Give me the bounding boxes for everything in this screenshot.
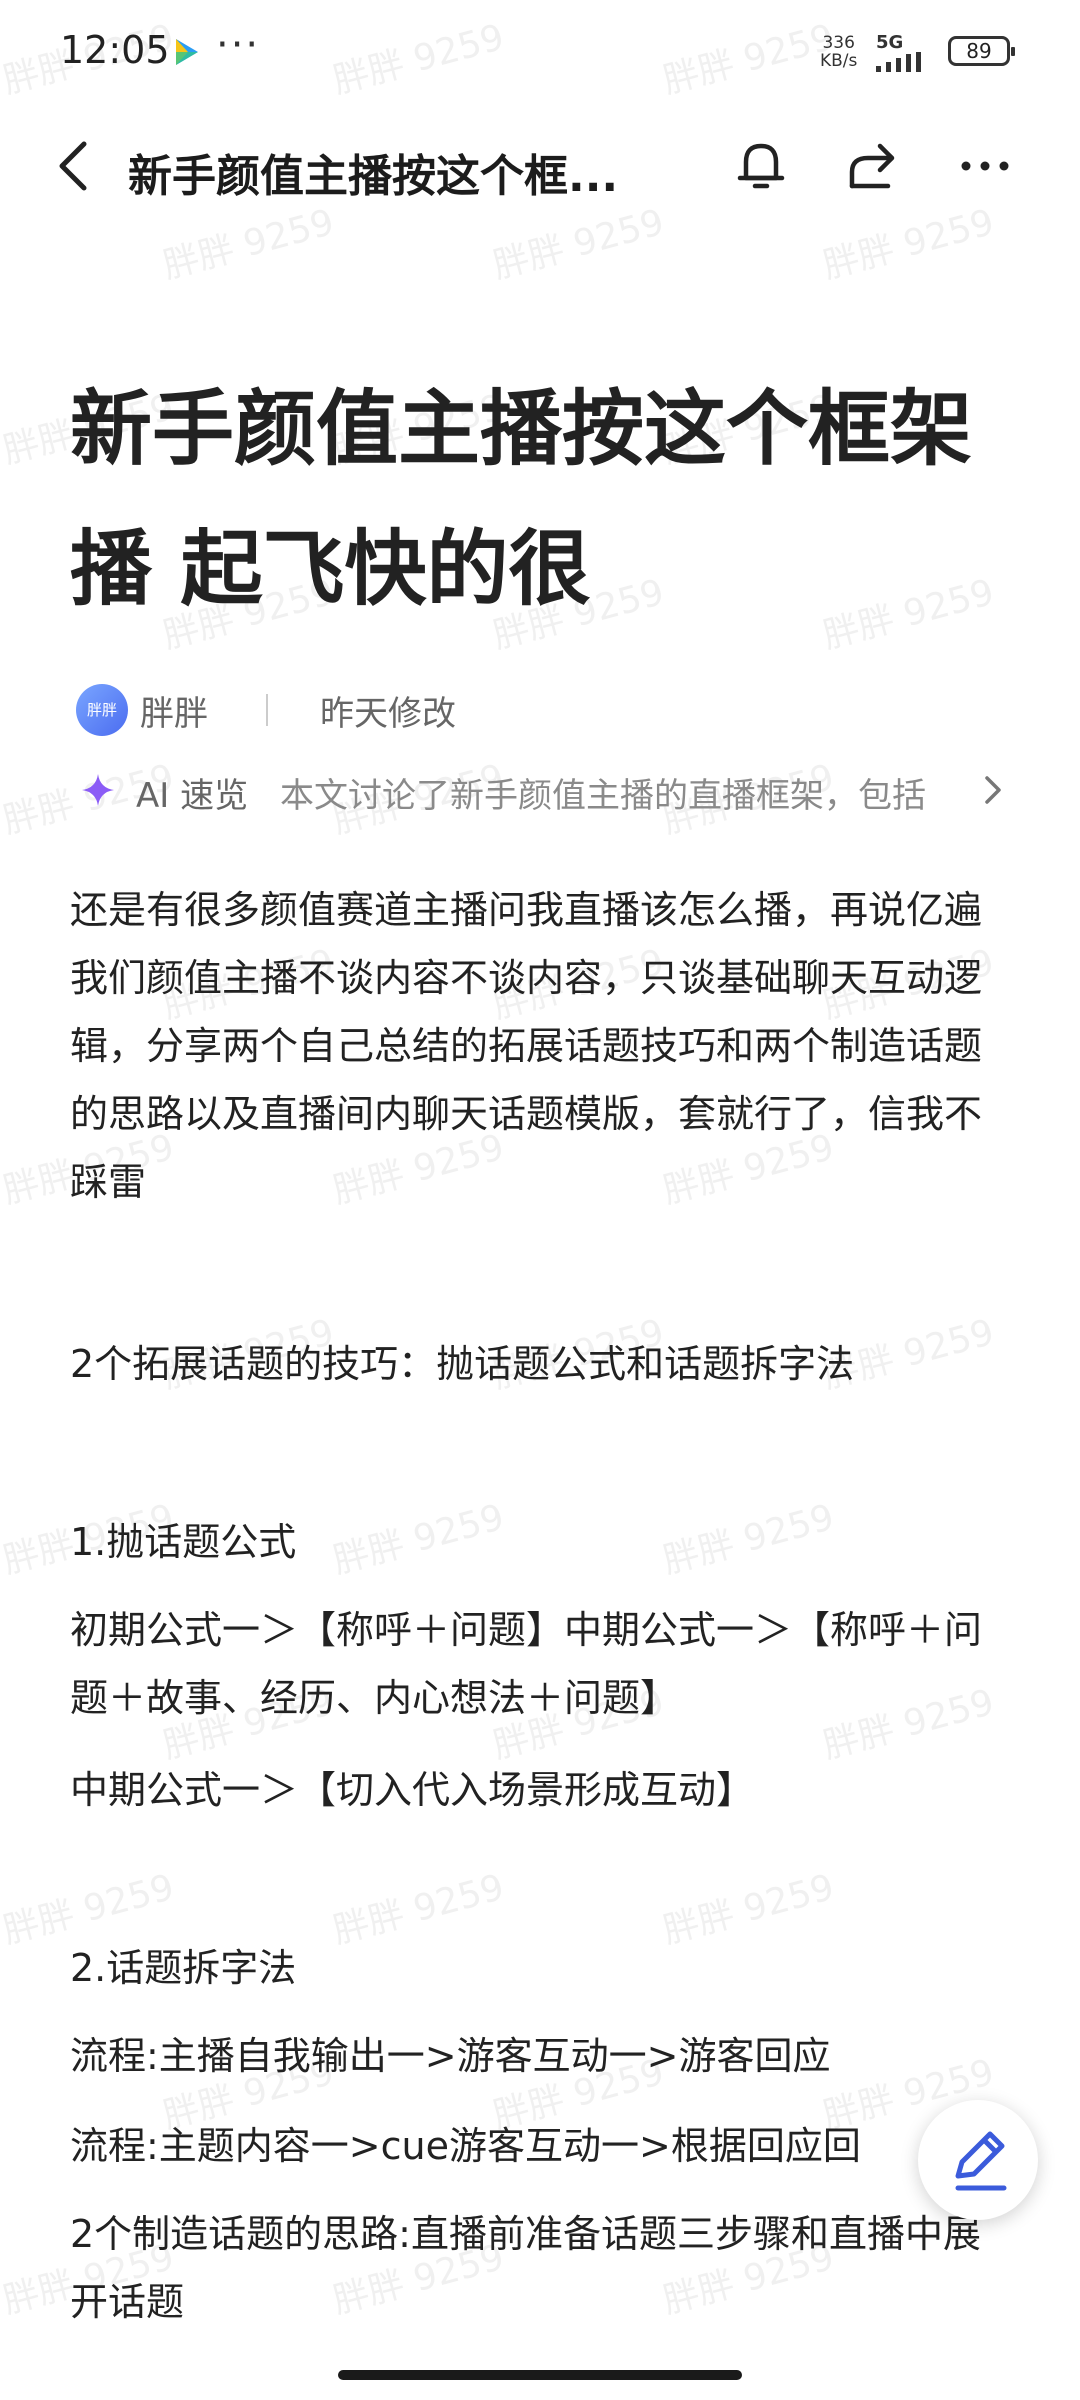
paragraph-formula-2: 中期公式一＞【切入代入场景形成互动】 bbox=[70, 1768, 755, 1812]
status-time: 12:05 bbox=[60, 28, 170, 72]
pencil-icon bbox=[955, 2131, 1007, 2191]
paragraph-heading: 2个拓展话题的技巧：抛话题公式和话题拆字法 bbox=[70, 1342, 855, 1386]
status-more-icon: ··· bbox=[216, 22, 261, 68]
network-type: 5G bbox=[876, 32, 904, 53]
bell-icon[interactable] bbox=[726, 130, 796, 200]
battery-level: 89 bbox=[966, 39, 992, 63]
author-name[interactable]: 胖胖 bbox=[140, 686, 208, 735]
ai-summary-text: 本文讨论了新手颜值主播的直播框架，包括 bbox=[280, 776, 926, 816]
ai-label: AI 速览 bbox=[136, 776, 249, 816]
app-play-icon bbox=[176, 39, 198, 65]
ai-summary-row[interactable]: AI 速览 本文讨论了新手颜值主播的直播框架，包括 bbox=[70, 760, 1010, 820]
paragraph-flow-1: 流程:主播自我输出一>游客互动一>游客回应 bbox=[70, 2034, 831, 2078]
article-title: 新手颜值主播按这个框架播 起飞快的很 bbox=[70, 382, 973, 617]
network-speed-value: 336 bbox=[822, 33, 855, 53]
divider bbox=[266, 694, 268, 726]
signal-icon bbox=[876, 52, 921, 72]
home-indicator[interactable] bbox=[338, 2370, 742, 2380]
section-heading-2: 2.话题拆字法 bbox=[70, 1946, 297, 1990]
paragraph-ideas: 2个制造话题的思路:直播前准备话题三步骤和直播中展开话题 bbox=[70, 2212, 981, 2324]
network-speed: 336 KB/s bbox=[820, 34, 857, 70]
status-bar: 12:05 ··· 336 KB/s 5G 89 bbox=[0, 0, 1080, 110]
edit-button[interactable] bbox=[918, 2100, 1038, 2220]
top-bar: 新手颜值主播按这个框... bbox=[0, 110, 1080, 250]
more-icon[interactable] bbox=[950, 130, 1020, 200]
paragraph-formula: 初期公式一＞【称呼＋问题】中期公式一＞【称呼＋问题＋故事、经历、内心想法＋问题】 bbox=[70, 1608, 983, 1720]
section-heading-1: 1.抛话题公式 bbox=[70, 1520, 297, 1564]
network-speed-unit: KB/s bbox=[820, 51, 858, 71]
back-icon[interactable] bbox=[50, 134, 98, 198]
paragraph-intro: 还是有很多颜值赛道主播问我直播该怎么播，再说亿遍我们颜值主播不谈内容不谈内容，只… bbox=[70, 888, 983, 1204]
header-title: 新手颜值主播按这个框... bbox=[128, 151, 619, 202]
avatar[interactable]: 胖胖 bbox=[76, 684, 128, 736]
battery-icon: 89 bbox=[948, 36, 1015, 66]
modified-time: 昨天修改 bbox=[320, 694, 456, 734]
paragraph-flow-2: 流程:主题内容一>cue游客互动一>根据回应回 bbox=[70, 2124, 861, 2168]
sparkle-icon bbox=[82, 774, 114, 806]
chevron-right-icon bbox=[985, 776, 1001, 804]
author-row: 胖胖 胖胖 昨天修改 bbox=[70, 680, 1010, 740]
share-icon[interactable] bbox=[838, 130, 908, 200]
